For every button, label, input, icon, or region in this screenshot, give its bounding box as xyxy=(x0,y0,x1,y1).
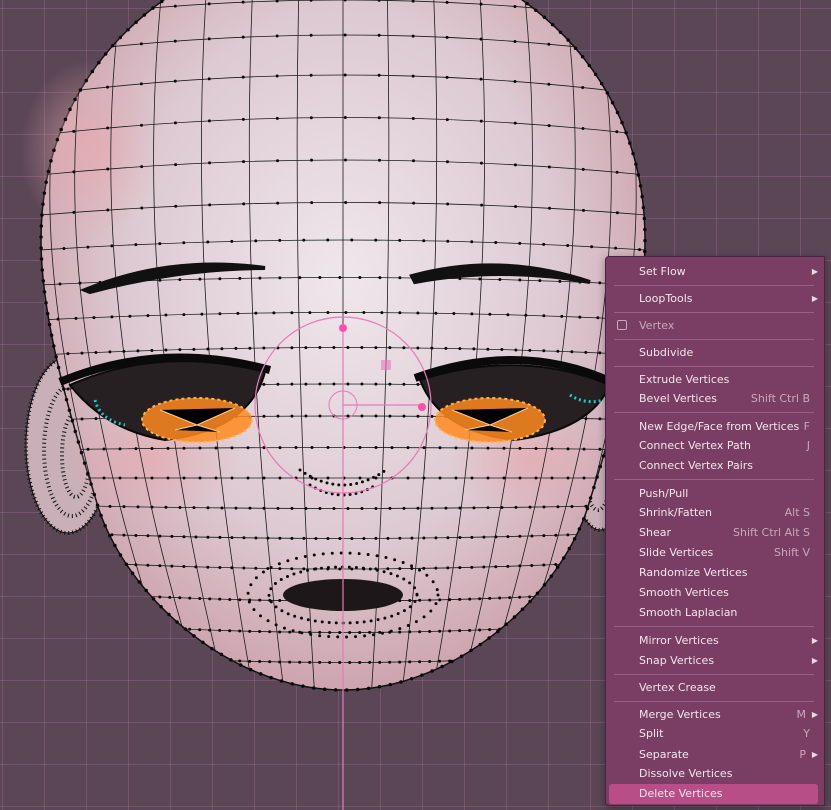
menu-separator xyxy=(614,285,814,286)
menu-item-subdivide[interactable]: Subdivide xyxy=(609,343,818,363)
menu-item-connect-vertex-pairs[interactable]: Connect Vertex Pairs xyxy=(609,456,818,476)
menu-separator xyxy=(614,701,814,702)
menu-header-vertex: Vertex xyxy=(609,316,818,336)
menu-separator xyxy=(614,479,814,480)
menu-separator xyxy=(614,366,814,367)
submenu-arrow-icon: ▶ xyxy=(811,710,818,719)
submenu-arrow-icon: ▶ xyxy=(811,267,818,276)
menu-item-bevel-vertices[interactable]: Bevel Vertices Shift Ctrl B xyxy=(609,389,818,409)
menu-item-connect-vertex-path[interactable]: Connect Vertex Path J xyxy=(609,436,818,456)
menu-separator xyxy=(614,674,814,675)
menu-item-set-flow[interactable]: Set Flow ▶ xyxy=(609,262,818,282)
menu-item-extrude-vertices[interactable]: Extrude Vertices xyxy=(609,370,818,390)
menu-item-shrink-fatten[interactable]: Shrink/Fatten Alt S xyxy=(609,503,818,523)
menu-item-delete-vertices[interactable]: Delete Vertices xyxy=(609,784,818,804)
vertex-mode-icon xyxy=(617,320,627,330)
menu-item-new-edge-face[interactable]: New Edge/Face from Vertices F xyxy=(609,417,818,437)
menu-item-randomize-vertices[interactable]: Randomize Vertices xyxy=(609,563,818,583)
menu-item-looptools[interactable]: LoopTools ▶ xyxy=(609,289,818,309)
menu-separator xyxy=(614,412,814,413)
submenu-arrow-icon: ▶ xyxy=(811,656,818,665)
menu-separator xyxy=(614,312,814,313)
submenu-arrow-icon: ▶ xyxy=(811,750,818,759)
menu-item-mirror-vertices[interactable]: Mirror Vertices ▶ xyxy=(609,631,818,651)
menu-item-smooth-laplacian[interactable]: Smooth Laplacian xyxy=(609,603,818,623)
menu-item-push-pull[interactable]: Push/Pull xyxy=(609,484,818,504)
menu-item-merge-vertices[interactable]: Merge Vertices M ▶ xyxy=(609,705,818,725)
menu-item-shear[interactable]: Shear Shift Ctrl Alt S xyxy=(609,523,818,543)
menu-item-dissolve-vertices[interactable]: Dissolve Vertices xyxy=(609,764,818,784)
vertex-context-menu: Set Flow ▶ LoopTools ▶ Vertex Subdivide Ex… xyxy=(605,256,825,806)
menu-item-smooth-vertices[interactable]: Smooth Vertices xyxy=(609,583,818,603)
submenu-arrow-icon: ▶ xyxy=(811,294,818,303)
menu-item-snap-vertices[interactable]: Snap Vertices ▶ xyxy=(609,651,818,671)
submenu-arrow-icon: ▶ xyxy=(811,636,818,645)
menu-separator xyxy=(614,339,814,340)
menu-item-vertex-crease[interactable]: Vertex Crease xyxy=(609,678,818,698)
menu-item-split[interactable]: Split Y xyxy=(609,724,818,744)
menu-item-separate[interactable]: Separate P ▶ xyxy=(609,745,818,765)
menu-separator xyxy=(614,626,814,627)
menu-item-slide-vertices[interactable]: Slide Vertices Shift V xyxy=(609,543,818,563)
